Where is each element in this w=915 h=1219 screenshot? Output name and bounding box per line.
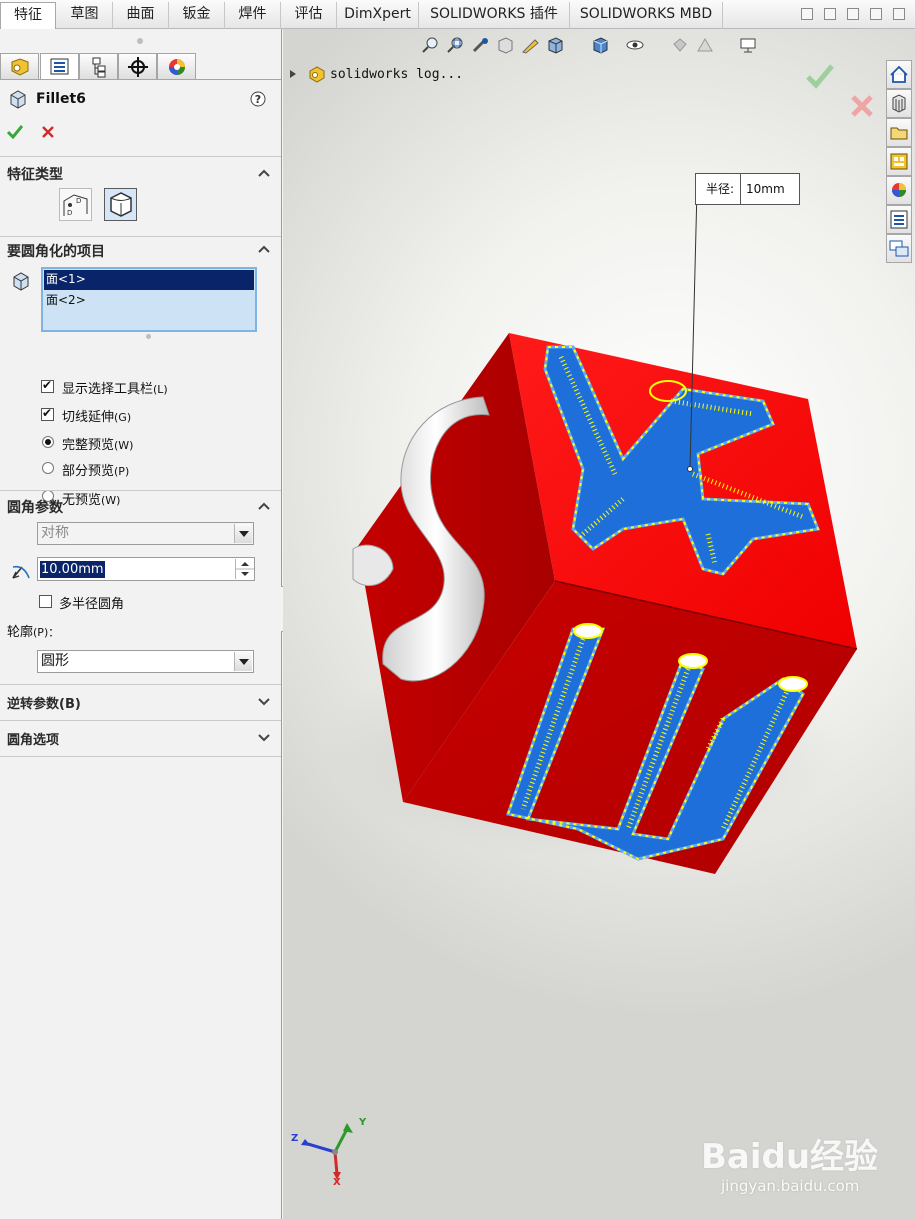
cancel-icon[interactable] (41, 125, 55, 139)
panel-grip[interactable] (137, 38, 143, 44)
chevron-down-icon[interactable] (257, 730, 271, 744)
profile-select[interactable]: 圆形 (37, 650, 254, 673)
appearance-icon (169, 59, 185, 75)
profile-value: 圆形 (41, 653, 69, 669)
dropdown-arrow-icon[interactable] (234, 652, 252, 671)
panel-right-icon[interactable] (824, 8, 836, 20)
axis-z-label: Z (291, 1133, 299, 1144)
params-divider (0, 490, 281, 491)
section-title-items: 要圆角化的项目 (7, 244, 105, 260)
spinner-arrows-icon (236, 562, 254, 576)
radius-input[interactable]: 10.00mm (37, 557, 255, 581)
section-items-to-fillet: 要圆角化的项目 面<1> 面<2> 显示选择工具栏(L) 切线延伸(G) 完整预… (0, 236, 281, 490)
tab-solidworks-mbd[interactable]: SOLIDWORKS MBD (570, 2, 723, 29)
tab-sheet-metal[interactable]: 钣金 (169, 2, 225, 29)
command-tabs: 特征 草图 曲面 钣金 焊件 评估 DimXpert SOLIDWORKS 插件… (0, 0, 915, 29)
multi-radius-label: 多半径圆角 (59, 597, 125, 612)
tab-display-manager[interactable] (157, 53, 196, 80)
list-item[interactable]: 面<1> (44, 270, 254, 290)
section-title-params: 圆角参数 (7, 500, 63, 516)
svg-text:D: D (67, 209, 72, 217)
feature-manager-icon (11, 58, 29, 76)
tab-weldments[interactable]: 焊件 (225, 2, 281, 29)
section-title-options: 圆角选项 (7, 733, 60, 748)
fillet-method-select[interactable]: 对称 (37, 522, 254, 545)
configuration-manager-icon (92, 57, 106, 78)
callout-anchor (687, 466, 693, 472)
section-bottom-divider (0, 756, 281, 757)
chevron-up-icon[interactable] (257, 166, 271, 180)
show-selection-toolbar-checkbox[interactable] (41, 378, 54, 393)
chevron-up-icon[interactable] (257, 242, 271, 256)
fillet-method-value: 对称 (41, 525, 69, 541)
svg-text:D: D (76, 197, 81, 205)
tab-dimxpert[interactable]: DimXpert (337, 2, 419, 29)
callout-value[interactable]: 10mm (746, 174, 785, 204)
tab-evaluate[interactable]: 评估 (281, 2, 337, 29)
property-manager: Fillet6 ? 特征类型 DD 要圆角化的项目 面<1> 面<2> 显示选择… (0, 29, 293, 1219)
section-fillet-options[interactable]: 圆角选项 (0, 720, 281, 756)
graphics-viewport[interactable]: solidworks log... 半径: 10mm Y X Z Baidu经验… (283, 29, 915, 1219)
items-selection-box[interactable]: 面<1> 面<2> (41, 267, 257, 332)
reference-triad (301, 1123, 353, 1180)
watermark-url: jingyan.baidu.com (721, 1177, 860, 1195)
tab-solidworks-addins[interactable]: SOLIDWORKS 插件 (419, 2, 570, 29)
axis-y-label: Y (359, 1117, 367, 1128)
tab-feature-manager[interactable] (0, 53, 39, 80)
list-resize-grip[interactable] (146, 334, 151, 339)
section-setback-parameters[interactable]: 逆转参数(B) (0, 684, 281, 720)
section-title-setback: 逆转参数(B) (7, 697, 81, 712)
tab-dimxpert-manager[interactable] (118, 53, 157, 80)
svg-text:?: ? (255, 93, 261, 106)
radius-spinner[interactable] (235, 559, 254, 579)
fillet-xpert-button[interactable] (104, 188, 137, 221)
tab-sketch[interactable]: 草图 (57, 2, 113, 29)
help-icon[interactable]: ? (250, 91, 266, 107)
crosshair-icon (128, 57, 148, 77)
partial-preview-label: 部分预览(P) (62, 464, 130, 479)
tabs-divider (0, 79, 281, 80)
tangent-propagation-checkbox[interactable] (41, 406, 54, 421)
tab-surfaces[interactable]: 曲面 (113, 2, 169, 29)
dropdown-arrow-icon[interactable] (234, 524, 252, 543)
tab-features[interactable]: 特征 (0, 2, 56, 29)
accept-icon[interactable] (7, 124, 23, 139)
profile-label: 轮廓(P)： (7, 625, 60, 640)
show-selection-toolbar-label: 显示选择工具栏(L) (62, 382, 168, 397)
tab-property-manager[interactable] (40, 53, 79, 80)
section-title-feature-type: 特征类型 (7, 167, 63, 183)
model-graphics (301, 188, 858, 1180)
manual-fillet-button[interactable]: DD (59, 188, 92, 221)
tangent-propagation-label: 切线延伸(G) (62, 410, 132, 425)
close-icon[interactable] (893, 8, 905, 20)
fillet-feature-icon (10, 90, 26, 109)
full-preview-label: 完整预览(W) (62, 438, 134, 453)
partial-preview-radio[interactable] (42, 462, 54, 474)
section-feature-type: 特征类型 DD (0, 156, 281, 236)
radius-callout[interactable]: 半径: 10mm (695, 173, 800, 205)
list-item[interactable]: 面<2> (43, 290, 255, 310)
chevron-down-icon[interactable] (257, 694, 271, 708)
property-manager-icon (50, 58, 69, 75)
axis-x-label: X (333, 1177, 341, 1188)
tab-configuration-manager[interactable] (79, 53, 118, 80)
feature-title: Fillet6 (36, 91, 86, 107)
window-controls (801, 8, 905, 20)
manual-fillet-icon: DD (63, 194, 88, 217)
face-select-icon (13, 272, 29, 291)
watermark-logo: Baidu经验 (701, 1137, 879, 1177)
minimize-icon[interactable] (847, 8, 859, 20)
full-preview-radio[interactable] (42, 436, 54, 448)
radius-value: 10.00mm (40, 561, 105, 578)
fillet-xpert-icon (110, 192, 132, 217)
callout-label: 半径: (696, 174, 741, 204)
restore-icon[interactable] (870, 8, 882, 20)
radius-icon (12, 565, 30, 579)
panel-left-icon[interactable] (801, 8, 813, 20)
multi-radius-checkbox[interactable] (39, 595, 52, 608)
chevron-up-icon[interactable] (257, 499, 271, 513)
